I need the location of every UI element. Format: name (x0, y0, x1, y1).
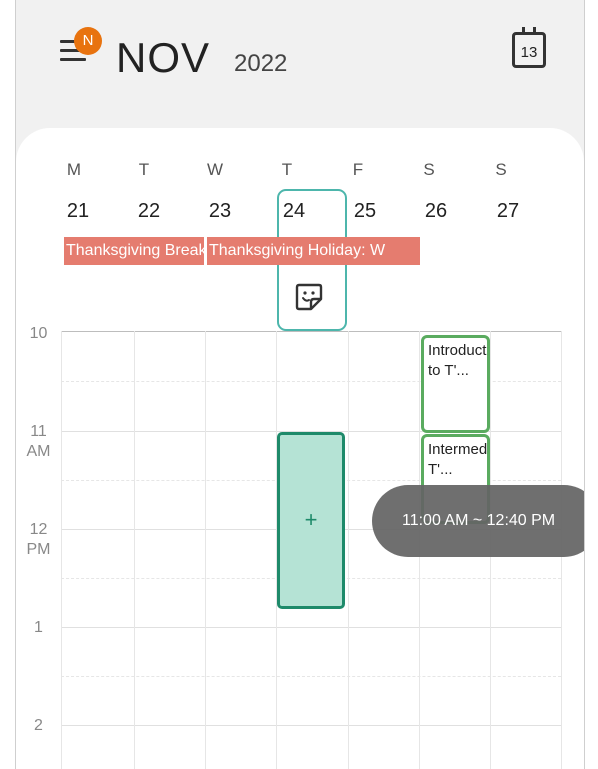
new-event-selection[interactable]: + (277, 432, 345, 609)
date-26[interactable]: 26 (416, 200, 456, 223)
time-label-hour: 10 (29, 325, 48, 342)
date-21[interactable]: 21 (58, 200, 98, 223)
time-label-ampm: AM (26, 443, 51, 460)
calendar-app: N NOV 2022 13 M T W T F S S 21 22 23 24 … (15, 0, 585, 769)
day-column-line (348, 331, 349, 769)
dow-label-mon: M (66, 160, 82, 179)
time-label-hour: 1 (34, 619, 43, 636)
time-label-2: 2 (16, 716, 61, 736)
event-title: Intermediate T'... (428, 441, 490, 478)
holiday-banner-thanksgiving-holiday[interactable]: Thanksgiving Holiday: W (207, 237, 420, 265)
date-27[interactable]: 27 (488, 200, 528, 223)
time-label-hour: 11 (30, 423, 47, 440)
time-range-tooltip: 11:00 AM ~ 12:40 PM (372, 485, 584, 557)
hour-line (61, 725, 561, 726)
today-calendar-day: 13 (520, 44, 538, 61)
time-label-ampm: PM (26, 541, 51, 558)
event-title: Introduction to T'... (428, 342, 490, 379)
hour-line (61, 627, 561, 628)
event-introduction[interactable]: Introduction to T'... (421, 335, 490, 433)
header: N NOV 2022 13 (16, 0, 584, 130)
dow-label-fri: F (352, 160, 364, 179)
day-column-line (61, 331, 62, 769)
month-title[interactable]: NOV (116, 34, 210, 82)
time-label-hour: 2 (34, 717, 43, 734)
date-24-today[interactable]: 24 (274, 200, 314, 223)
date-23[interactable]: 23 (200, 200, 240, 223)
day-column-line (134, 331, 135, 769)
time-label-11am: 11 AM (16, 422, 61, 462)
dow-label-sat: S (423, 160, 435, 179)
day-column-line (205, 331, 206, 769)
dow-label-thu: T (281, 160, 293, 179)
dow-label-sun: S (495, 160, 507, 179)
half-hour-line (61, 676, 561, 678)
plus-icon[interactable]: + (280, 507, 342, 533)
all-day-divider (61, 331, 561, 332)
menu-bar (60, 58, 86, 61)
sticker-icon[interactable] (294, 282, 324, 312)
today-calendar-icon[interactable]: 13 (512, 27, 546, 68)
dow-label-wed: W (206, 160, 224, 179)
date-25[interactable]: 25 (345, 200, 385, 223)
dow-label-tue: T (138, 160, 150, 179)
time-label-hour: 12 (29, 521, 48, 538)
time-label-10: 10 (16, 324, 61, 344)
year-label[interactable]: 2022 (234, 50, 287, 78)
time-label-12pm: 12 PM (16, 520, 61, 560)
notification-badge: N (74, 27, 102, 55)
time-label-1: 1 (16, 618, 61, 638)
date-22[interactable]: 22 (129, 200, 169, 223)
holiday-banner-thanksgiving-break[interactable]: Thanksgiving Break (64, 237, 204, 265)
